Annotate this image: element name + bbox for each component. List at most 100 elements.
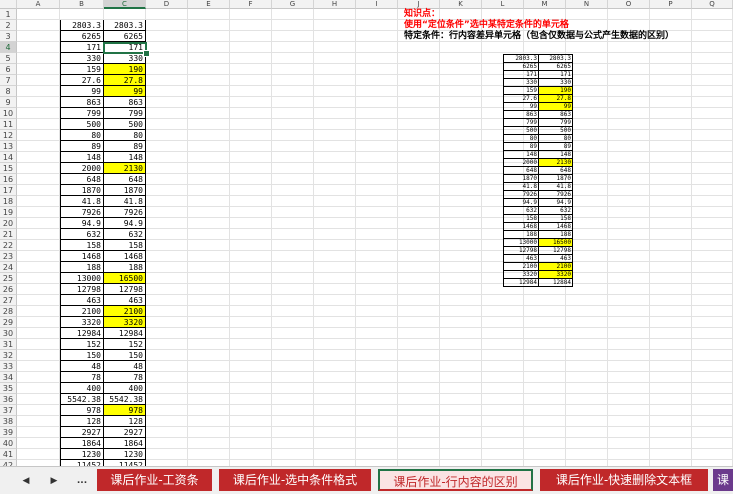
cell-c16[interactable]: 648 (104, 174, 146, 185)
cell-b2[interactable]: 2803.3 (60, 20, 104, 31)
cell-c26[interactable]: 12798 (104, 284, 146, 295)
row-header-37[interactable]: 37 (0, 405, 17, 416)
row-header-3[interactable]: 3 (0, 31, 17, 42)
cell-c12[interactable]: 80 (104, 130, 146, 141)
column-header-m[interactable]: M (524, 0, 566, 9)
fill-handle[interactable] (143, 50, 150, 57)
row-header-20[interactable]: 20 (0, 218, 17, 229)
cell-b16[interactable]: 648 (60, 174, 104, 185)
cell-b6[interactable]: 159 (60, 64, 104, 75)
row-header-24[interactable]: 24 (0, 262, 17, 273)
next-sheet-button[interactable]: ▶ (46, 473, 62, 489)
cell-b30[interactable]: 12984 (60, 328, 104, 339)
cell-c36[interactable]: 5542.38 (104, 394, 146, 405)
tab-salary-slip[interactable]: 课后作业-工资条 (97, 469, 212, 491)
cell-c11[interactable]: 500 (104, 119, 146, 130)
cell-b7[interactable]: 27.6 (60, 75, 104, 86)
column-header-i[interactable]: I (356, 0, 398, 9)
row-header-32[interactable]: 32 (0, 350, 17, 361)
row-header-27[interactable]: 27 (0, 295, 17, 306)
select-all-corner[interactable] (0, 0, 17, 9)
cell-c38[interactable]: 128 (104, 416, 146, 427)
row-header-23[interactable]: 23 (0, 251, 17, 262)
cell-b34[interactable]: 78 (60, 372, 104, 383)
more-sheets-button[interactable]: ... (74, 473, 90, 489)
column-header-g[interactable]: G (272, 0, 314, 9)
row-header-18[interactable]: 18 (0, 196, 17, 207)
row-header-4[interactable]: 4 (0, 42, 17, 53)
spreadsheet-grid[interactable]: A B C D E F G H I J K L M N O P Q 1 2 3 4 5 6 7 8 9 10 11 12 13 14 15 16… (0, 0, 733, 466)
column-header-e[interactable]: E (188, 0, 230, 9)
cell-c40[interactable]: 1864 (104, 438, 146, 449)
cell-b33[interactable]: 48 (60, 361, 104, 372)
column-header-f[interactable]: F (230, 0, 272, 9)
cell-c29[interactable]: 3320 (104, 317, 146, 328)
tab-next-partial[interactable]: 课 (713, 469, 733, 491)
cell-b22[interactable]: 158 (60, 240, 104, 251)
cell-b28[interactable]: 2100 (60, 306, 104, 317)
embedded-table-picture[interactable]: 2803.3 2803.3 6265 6265 171 171 330 330 159 190 27… (503, 54, 573, 287)
cell-c20[interactable]: 94.9 (104, 218, 146, 229)
cell-c19[interactable]: 7926 (104, 207, 146, 218)
cell-b25[interactable]: 13000 (60, 273, 104, 284)
cell-c25[interactable]: 16500 (104, 273, 146, 284)
row-header-7[interactable]: 7 (0, 75, 17, 86)
row-header-10[interactable]: 10 (0, 108, 17, 119)
cell-c9[interactable]: 863 (104, 97, 146, 108)
row-header-26[interactable]: 26 (0, 284, 17, 295)
cell-c8[interactable]: 99 (104, 86, 146, 97)
row-header-11[interactable]: 11 (0, 119, 17, 130)
column-header-k[interactable]: K (440, 0, 482, 9)
cell-c6[interactable]: 190 (104, 64, 146, 75)
row-header-40[interactable]: 40 (0, 438, 17, 449)
cell-b24[interactable]: 188 (60, 262, 104, 273)
cell-b14[interactable]: 148 (60, 152, 104, 163)
row-header-12[interactable]: 12 (0, 130, 17, 141)
cell-b38[interactable]: 128 (60, 416, 104, 427)
column-header-b[interactable]: B (60, 0, 104, 9)
column-header-h[interactable]: H (314, 0, 356, 9)
row-header-1[interactable]: 1 (0, 9, 17, 20)
cell-b4[interactable]: 171 (60, 42, 104, 53)
cell-c5[interactable]: 330 (104, 53, 146, 64)
row-header-39[interactable]: 39 (0, 427, 17, 438)
cell-c23[interactable]: 1468 (104, 251, 146, 262)
row-header-16[interactable]: 16 (0, 174, 17, 185)
row-header-38[interactable]: 38 (0, 416, 17, 427)
row-header-15[interactable]: 15 (0, 163, 17, 174)
cell-c17[interactable]: 1870 (104, 185, 146, 196)
cell-b23[interactable]: 1468 (60, 251, 104, 262)
row-header-2[interactable]: 2 (0, 20, 17, 31)
cell-b41[interactable]: 1230 (60, 449, 104, 460)
row-header-36[interactable]: 36 (0, 394, 17, 405)
cell-b36[interactable]: 5542.38 (60, 394, 104, 405)
cell-b29[interactable]: 3320 (60, 317, 104, 328)
column-header-a[interactable]: A (17, 0, 60, 9)
column-header-n[interactable]: N (566, 0, 608, 9)
cell-c27[interactable]: 463 (104, 295, 146, 306)
row-header-22[interactable]: 22 (0, 240, 17, 251)
cell-c37[interactable]: 978 (104, 405, 146, 416)
column-header-d[interactable]: D (146, 0, 188, 9)
column-header-j[interactable]: J (398, 0, 440, 9)
cell-b32[interactable]: 150 (60, 350, 104, 361)
row-header-8[interactable]: 8 (0, 86, 17, 97)
cell-c13[interactable]: 89 (104, 141, 146, 152)
cell-b40[interactable]: 1864 (60, 438, 104, 449)
row-header-14[interactable]: 14 (0, 152, 17, 163)
cell-b31[interactable]: 152 (60, 339, 104, 350)
cell-b19[interactable]: 7926 (60, 207, 104, 218)
row-header-17[interactable]: 17 (0, 185, 17, 196)
cell-c35[interactable]: 400 (104, 383, 146, 394)
cell-b27[interactable]: 463 (60, 295, 104, 306)
cell-b26[interactable]: 12798 (60, 284, 104, 295)
cell-b3[interactable]: 6265 (60, 31, 104, 42)
cell-b13[interactable]: 89 (60, 141, 104, 152)
tab-quick-delete-textbox[interactable]: 课后作业-快速删除文本框 (540, 469, 708, 491)
cell-b11[interactable]: 500 (60, 119, 104, 130)
cell-c2[interactable]: 2803.3 (104, 20, 146, 31)
cell-c21[interactable]: 632 (104, 229, 146, 240)
cell-b35[interactable]: 400 (60, 383, 104, 394)
cell-b15[interactable]: 2000 (60, 163, 104, 174)
cell-c30[interactable]: 12984 (104, 328, 146, 339)
